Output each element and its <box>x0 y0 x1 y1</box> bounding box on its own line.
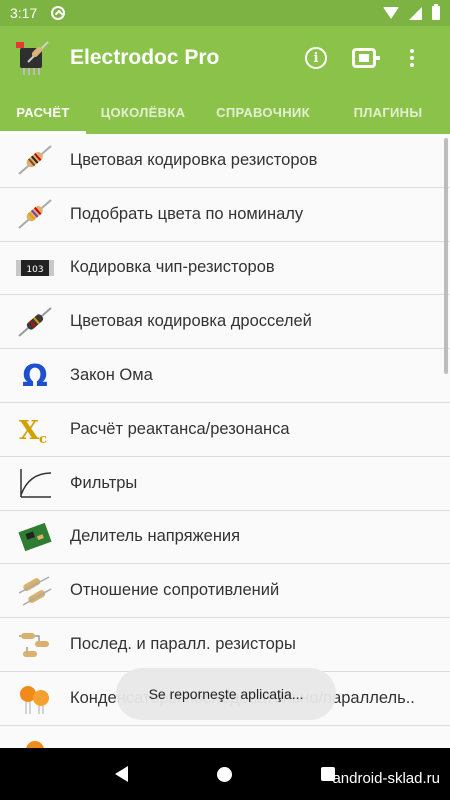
item-label: Закон Ома <box>70 366 153 385</box>
tab-bar: РАСЧЁТ ЦОКОЛЁВКА СПРАВОЧНИК ПЛАГИНЫ <box>0 90 450 134</box>
list-item[interactable]: Цветовая кодировка резисторов <box>0 134 450 188</box>
toast-message: Se reporneşte aplicaţia... <box>116 668 336 720</box>
svg-text:Ω: Ω <box>22 359 48 394</box>
tab-pinout[interactable]: ЦОКОЛЁВКА <box>86 90 200 134</box>
resistor-network-icon <box>16 627 54 663</box>
capacitor-icon <box>16 734 54 748</box>
svg-text:X: X <box>19 416 40 446</box>
inductor-icon <box>16 304 54 340</box>
xc-icon: Xc <box>16 411 54 447</box>
more-vert-icon <box>410 49 414 67</box>
item-label: Отношение сопротивлений <box>70 581 280 600</box>
item-label: Цветовая кодировка резисторов <box>70 150 318 169</box>
list-item[interactable]: Отношение сопротивлений <box>0 564 450 619</box>
item-label: Фильтры <box>70 473 138 492</box>
resistor-icon <box>16 142 54 178</box>
list-item[interactable] <box>0 725 450 748</box>
battery-icon <box>432 4 440 20</box>
pcb-icon <box>16 519 54 555</box>
list-scrollbar[interactable] <box>444 138 448 374</box>
tab-plugins[interactable]: ПЛАГИНЫ <box>326 90 450 134</box>
list-item[interactable]: Фильтры <box>0 456 450 511</box>
status-bar: 3:17 <box>0 0 450 26</box>
resistor-icon <box>16 196 54 232</box>
wifi-icon <box>383 7 399 19</box>
home-icon[interactable] <box>216 766 232 782</box>
capacitors-icon <box>16 680 54 716</box>
app-bar: Electrodoc Pro i <box>0 26 450 90</box>
notification-app-icon <box>51 6 66 20</box>
info-icon: i <box>305 47 327 69</box>
plugin-button[interactable] <box>340 34 388 82</box>
item-label: Делитель напряжения <box>70 527 241 546</box>
list-item[interactable]: Ω Закон Ома <box>0 349 450 403</box>
list-item[interactable]: Подобрать цвета по номиналу <box>0 187 450 242</box>
item-label: Кодировка чип-резисторов <box>70 258 275 277</box>
watermark: android-sklad.ru <box>332 770 440 787</box>
chip-resistor-icon: 103 <box>16 250 54 286</box>
calc-list[interactable]: Цветовая кодировка резисторов Подобрать … <box>0 134 450 748</box>
list-item[interactable]: 103 Кодировка чип-резисторов <box>0 241 450 296</box>
svg-text:103: 103 <box>26 265 43 275</box>
svg-text:c: c <box>39 432 47 447</box>
app-logo-icon <box>14 38 54 78</box>
list-item[interactable]: Цветовая кодировка дросселей <box>0 295 450 350</box>
back-icon[interactable] <box>114 766 128 782</box>
plug-icon <box>352 48 380 68</box>
item-label: Подобрать цвета по номиналу <box>70 204 304 223</box>
tab-reference[interactable]: СПРАВОЧНИК <box>200 90 326 134</box>
item-label: Расчёт реактанса/резонанса <box>70 419 290 438</box>
status-indicators <box>383 4 440 20</box>
app-title: Electrodoc Pro <box>70 46 220 69</box>
list-item[interactable]: Делитель напряжения <box>0 510 450 565</box>
resistors-pair-icon <box>16 573 54 609</box>
filter-curve-icon <box>16 465 54 501</box>
item-label: Послед. и паралл. резисторы <box>70 635 296 654</box>
omega-icon: Ω <box>16 358 54 394</box>
app-bar-actions: i <box>292 34 436 82</box>
overflow-menu-button[interactable] <box>388 34 436 82</box>
item-label: Цветовая кодировка дросселей <box>70 312 312 331</box>
status-time: 3:17 <box>10 5 38 21</box>
info-button[interactable]: i <box>292 34 340 82</box>
signal-icon <box>409 6 422 20</box>
list-item[interactable]: Xc Расчёт реактанса/резонанса <box>0 402 450 457</box>
tab-calc[interactable]: РАСЧЁТ <box>0 90 86 134</box>
list-item[interactable]: Послед. и паралл. резисторы <box>0 618 450 672</box>
